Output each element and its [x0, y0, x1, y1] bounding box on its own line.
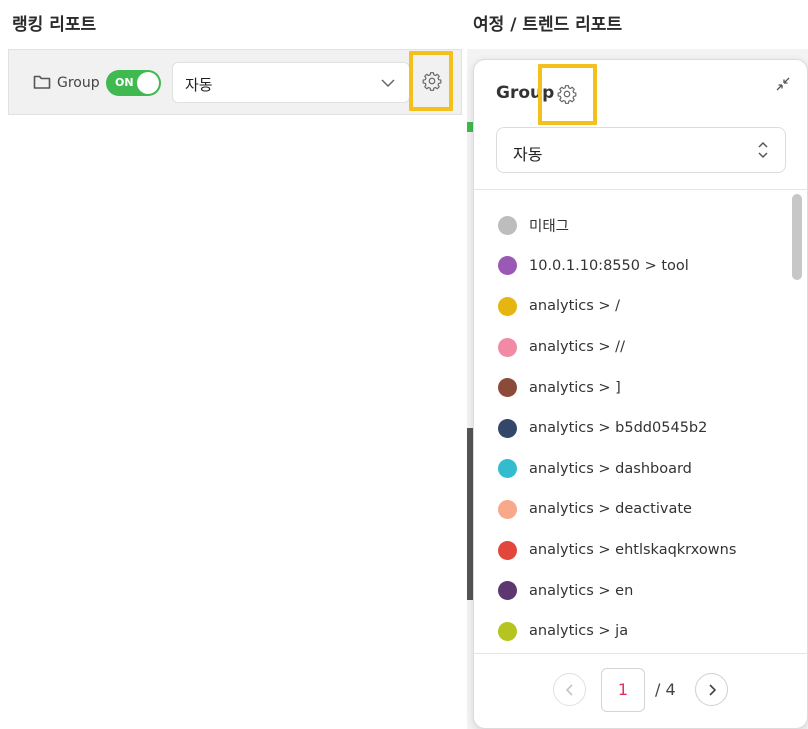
group-toggle[interactable]: ON: [106, 70, 161, 96]
group-list-item-label: analytics > ehtlskaqkrxowns: [529, 542, 737, 559]
gear-highlight-box: [538, 64, 597, 125]
next-page-button[interactable]: [695, 673, 728, 706]
toggle-label: ON: [115, 76, 134, 89]
page-total: / 4: [655, 680, 676, 699]
toggle-knob: [137, 72, 159, 94]
group-list-item-label: 10.0.1.10:8550 > tool: [529, 257, 689, 274]
color-dot-icon: [498, 296, 517, 316]
group-list-item[interactable]: analytics > /: [474, 286, 784, 327]
color-dot-icon: [498, 215, 517, 235]
group-list-item-label: analytics > deactivate: [529, 501, 692, 518]
color-dot-icon: [498, 459, 517, 479]
group-list-item[interactable]: analytics > ehtlskaqkrxowns: [474, 530, 784, 571]
group-list-item-label: analytics > /: [529, 298, 621, 315]
folder-icon: [33, 75, 51, 89]
list-scrollbar-thumb[interactable]: [792, 194, 802, 280]
ranking-report-heading: 랭킹 리포트: [12, 15, 97, 35]
chevron-down-icon: [381, 79, 395, 88]
group-list-item[interactable]: analytics > en: [474, 570, 784, 611]
previous-page-button[interactable]: [553, 673, 586, 706]
journey-trend-report-heading: 여정 / 트렌드 리포트: [473, 15, 623, 35]
group-list-item[interactable]: analytics > dashboard: [474, 449, 784, 490]
color-dot-icon: [498, 540, 517, 560]
group-list-item-label: analytics > ja: [529, 623, 629, 640]
chevron-up-down-icon: [758, 141, 768, 159]
popup-group-mode-value: 자동: [513, 145, 543, 164]
chevron-right-icon: [709, 684, 717, 696]
group-mode-value: 자동: [185, 76, 213, 94]
current-page-input[interactable]: 1: [601, 668, 645, 712]
color-dot-icon: [498, 418, 517, 438]
color-dot-icon: [498, 337, 517, 357]
group-list-item-label: analytics > en: [529, 582, 634, 599]
group-list-item[interactable]: 10.0.1.10:8550 > tool: [474, 246, 784, 287]
popup-divider: [474, 189, 807, 190]
group-list-item[interactable]: analytics > //: [474, 327, 784, 368]
group-list-item-label: 미태그: [529, 218, 570, 235]
color-dot-icon: [498, 378, 517, 398]
ranking-group-toolbar: Group ON 자동: [8, 49, 462, 115]
group-list-item-label: analytics > ]: [529, 379, 621, 396]
group-mode-select[interactable]: 자동: [172, 62, 410, 103]
group-list-item[interactable]: analytics > ja: [474, 611, 784, 652]
color-dot-icon: [498, 581, 517, 601]
color-dot-icon: [498, 256, 517, 276]
group-list-item-label: analytics > dashboard: [529, 460, 692, 477]
color-dot-icon: [498, 621, 517, 641]
popup-divider: [474, 653, 807, 654]
group-settings-popup: Group 자동 미태그 10.0.1.10:8550 > tool analyti…: [473, 59, 808, 729]
gear-highlight-box: [409, 51, 453, 111]
group-list-item-label: analytics > b5dd0545b2: [529, 420, 708, 437]
group-list-item[interactable]: analytics > b5dd0545b2: [474, 408, 784, 449]
group-list: 미태그 10.0.1.10:8550 > tool analytics > / ana…: [474, 205, 784, 652]
group-list-item[interactable]: analytics > deactivate: [474, 489, 784, 530]
popup-group-mode-select[interactable]: 자동: [496, 127, 786, 173]
group-list-item-label: analytics > //: [529, 339, 625, 356]
color-dot-icon: [498, 499, 517, 519]
group-label: Group: [57, 75, 100, 91]
chevron-left-icon: [565, 684, 573, 696]
group-list-item[interactable]: analytics > ]: [474, 367, 784, 408]
collapse-icon[interactable]: [775, 76, 791, 92]
group-list-item[interactable]: 미태그: [474, 205, 784, 246]
